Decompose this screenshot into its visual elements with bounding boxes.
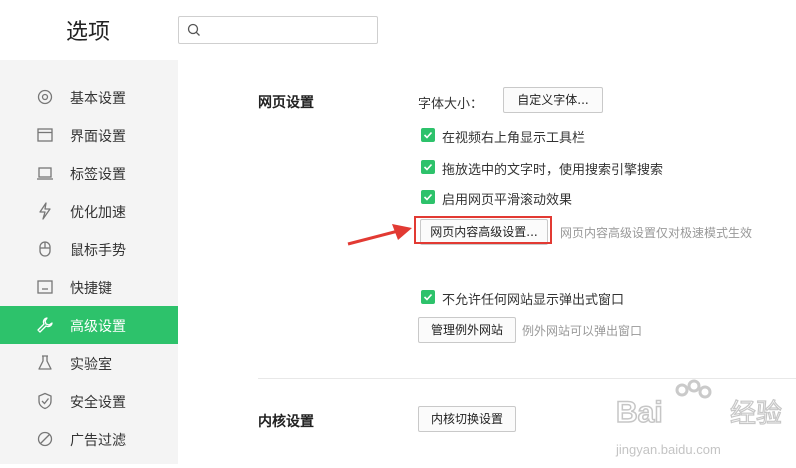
checkmark-icon [423, 163, 433, 171]
lightning-icon [39, 202, 51, 220]
sidebar-item-label: 基本设置 [70, 91, 126, 107]
custom-font-button[interactable]: 自定义字体... [503, 87, 603, 113]
checkmark-icon [423, 193, 433, 201]
keyboard-icon [37, 280, 53, 294]
manage-exceptions-button[interactable]: 管理例外网站 [418, 317, 516, 343]
checkbox-label: 不允许任何网站显示弹出式窗口 [442, 293, 625, 308]
gear-icon [37, 89, 53, 105]
mouse-icon [39, 241, 51, 257]
sidebar-item-lab[interactable]: 实验室 [0, 344, 178, 382]
baidu-logo: Bai 经验 jingyan.baidu.com [615, 379, 783, 457]
checkmark-icon [423, 131, 433, 139]
sidebar-item-label: 安全设置 [70, 395, 126, 411]
window-icon [37, 128, 53, 142]
svg-text:jingyan.baidu.com: jingyan.baidu.com [615, 442, 721, 457]
search-input[interactable] [178, 16, 378, 44]
sidebar-item-shortcuts[interactable]: 快捷键 [0, 268, 178, 306]
highlight-box [414, 216, 552, 244]
sidebar-item-security[interactable]: 安全设置 [0, 382, 178, 420]
svg-text:Bai: Bai [616, 396, 663, 429]
checkmark-icon [423, 293, 433, 301]
checkbox-smooth-scroll[interactable] [421, 190, 435, 204]
kernel-settings-title: 内核设置 [258, 414, 314, 430]
sidebar-item-mouse-gestures[interactable]: 鼠标手势 [0, 230, 178, 268]
checkbox-label: 在视频右上角显示工具栏 [442, 131, 586, 146]
sidebar-item-label: 优化加速 [70, 205, 126, 221]
block-icon [37, 431, 53, 447]
baidu-watermark: Bai 经验 jingyan.baidu.com [612, 376, 796, 464]
wrench-icon [37, 317, 53, 333]
tab-icon [37, 167, 53, 180]
header: 选项 [0, 0, 796, 60]
shield-icon [38, 392, 52, 410]
sidebar-item-tabs[interactable]: 标签设置 [0, 154, 178, 192]
arrow-icon [347, 224, 412, 246]
sidebar-item-basic[interactable]: 基本设置 [0, 78, 178, 116]
sidebar-item-label: 标签设置 [70, 167, 126, 183]
page-title: 选项 [66, 20, 111, 45]
sidebar: 基本设置 界面设置 标签设置 优化加速 鼠标手势 快捷键 高级设置 实验室 安全… [0, 60, 178, 464]
web-settings-title: 网页设置 [258, 95, 314, 111]
advanced-hint: 网页内容高级设置仅对极速模式生效 [560, 226, 753, 240]
sidebar-item-label: 界面设置 [70, 129, 126, 145]
checkbox-video-toolbar[interactable] [421, 128, 435, 142]
sidebar-item-label: 快捷键 [70, 281, 112, 297]
exceptions-hint: 例外网站可以弹出窗口 [522, 324, 643, 338]
sidebar-item-label: 实验室 [70, 357, 112, 373]
checkbox-label: 启用网页平滑滚动效果 [442, 193, 573, 208]
checkbox-drag-search[interactable] [421, 160, 435, 174]
flask-icon [38, 355, 52, 370]
kernel-switch-button[interactable]: 内核切换设置 [418, 406, 516, 432]
font-size-label: 字体大小： [418, 97, 484, 112]
sidebar-item-adblock[interactable]: 广告过滤 [0, 420, 178, 458]
checkbox-block-popups[interactable] [421, 290, 435, 304]
sidebar-item-advanced[interactable]: 高级设置 [0, 306, 178, 344]
sidebar-item-label: 高级设置 [70, 319, 126, 335]
sidebar-item-label: 鼠标手势 [70, 243, 126, 259]
search-icon [187, 23, 200, 36]
sidebar-item-optimize[interactable]: 优化加速 [0, 192, 178, 230]
sidebar-item-label: 广告过滤 [70, 433, 126, 449]
sidebar-item-interface[interactable]: 界面设置 [0, 116, 178, 154]
checkbox-label: 拖放选中的文字时，使用搜索引擎搜索 [442, 163, 664, 178]
svg-text:经验: 经验 [730, 399, 782, 429]
